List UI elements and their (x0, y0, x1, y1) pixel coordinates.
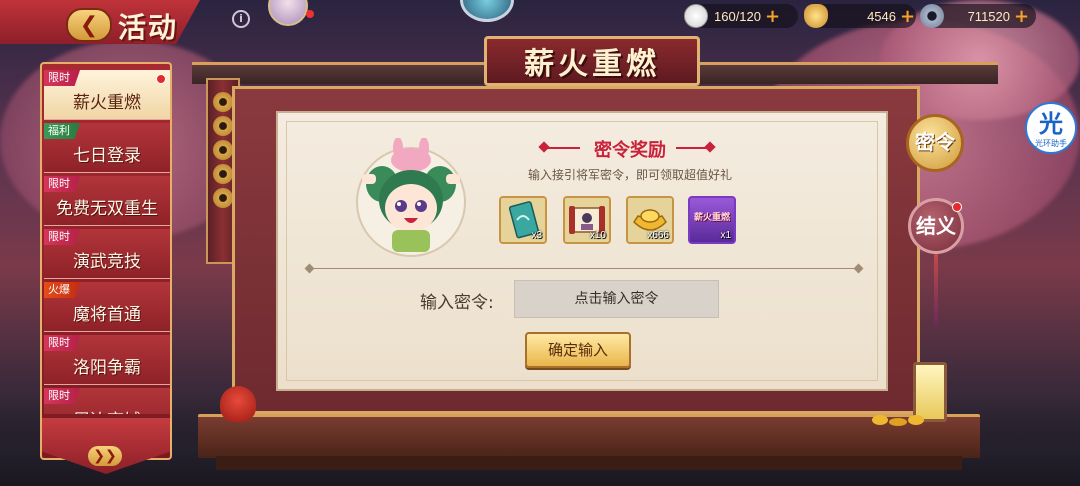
menu-item-luoyang[interactable]: 限时 洛阳争霸 (44, 335, 170, 385)
helper-label: 光环助手 (1035, 139, 1067, 148)
menu-item-merch-store[interactable]: 限时 周边商城 (44, 388, 170, 414)
frame-base (198, 414, 980, 458)
stamina-value: 160/120 (714, 8, 761, 24)
menu-item-free-rebirth[interactable]: 限时 免费无双重生 (44, 176, 170, 226)
coin-icon (920, 4, 944, 28)
back-arrow-icon: ❮ (79, 12, 99, 38)
menu-item-label: 七日登录 (73, 146, 141, 166)
coins-value: 711520 (967, 8, 1010, 24)
activity-menu: 限时 薪火重燃 福利 七日登录 限时 免费无双重生 限时 演武竞技 火爆 魔将首… (44, 70, 170, 414)
plus-icon[interactable]: + (1014, 6, 1029, 27)
resource-stamina[interactable]: 160/120 + (684, 4, 800, 28)
plus-icon[interactable]: + (900, 6, 915, 27)
compass-icon[interactable] (460, 0, 514, 22)
coin-icon (213, 164, 233, 184)
reward-count: x10 (589, 230, 606, 241)
lucky-bag-icon (220, 386, 256, 422)
secret-code-button[interactable]: 密令 (906, 114, 964, 172)
page-title-plaque: 薪火重燃 (484, 36, 700, 86)
coin-icon (213, 92, 233, 112)
menu-item-label: 魔将首通 (73, 305, 141, 325)
decor-string (934, 254, 938, 326)
plus-icon[interactable]: + (765, 6, 780, 27)
back-button[interactable]: ❮ (66, 8, 112, 42)
gold-ingot-icon (804, 4, 828, 28)
reward-count: x3 (531, 230, 542, 241)
gold-pile-icon (872, 415, 924, 426)
menu-item-label: 周边商城 (44, 406, 170, 414)
reward-subtitle: 输入接引将军密令，即可领取超值好礼 (527, 168, 732, 182)
notification-dot (306, 10, 314, 18)
menu-tag: 限时 (44, 70, 80, 86)
reward-item[interactable]: x3 (499, 196, 547, 244)
notification-dot (952, 202, 962, 212)
activity-title: 活动 (118, 11, 179, 44)
menu-item-demon-first-clear[interactable]: 火爆 魔将首通 (44, 282, 170, 332)
top-bar: ❮ 活动 i 160/120 + 4546 + 711520 + (0, 0, 1080, 44)
page-title: 薪火重燃 (524, 47, 660, 82)
scroll-down-button[interactable]: ❯❯ (88, 446, 122, 466)
coin-icon (213, 140, 233, 160)
code-input[interactable]: 点击输入密令 (514, 280, 719, 318)
menu-item-xinhuo[interactable]: 限时 薪火重燃 (44, 70, 170, 120)
menu-item-arena[interactable]: 限时 演武竞技 (44, 229, 170, 279)
menu-tag: 福利 (44, 123, 80, 139)
gold-value: 4546 (867, 8, 896, 24)
menu-item-label: 薪火重燃 (73, 93, 141, 113)
mascot-character (356, 138, 466, 257)
helper-logo-icon: 光 (1039, 110, 1063, 138)
menu-item-label: 洛阳争霸 (73, 358, 141, 378)
menu-tag: 限时 (44, 229, 80, 245)
code-input-label: 输入密令: (420, 293, 494, 313)
info-icon[interactable]: i (232, 10, 250, 28)
avatar[interactable] (268, 0, 308, 26)
frame-base-shadow (216, 456, 962, 470)
menu-item-label: 免费无双重生 (56, 199, 158, 219)
resource-gold[interactable]: 4546 + (804, 4, 916, 28)
menu-tag: 限时 (44, 176, 80, 192)
menu-tag: 限时 (44, 335, 80, 351)
coin-icon (213, 188, 233, 208)
resource-coins[interactable]: 711520 + (920, 4, 1036, 28)
reward-count: x1 (720, 230, 731, 241)
bun-icon (684, 4, 708, 28)
reward-item[interactable]: x10 (563, 196, 611, 244)
notification-dot (156, 74, 166, 84)
reward-count: x666 (647, 230, 669, 241)
menu-tag: 限时 (44, 388, 80, 404)
reward-title: 密令奖励 (594, 140, 666, 161)
divider (310, 268, 858, 269)
xinhuo-badge-icon: 薪火重燃 (693, 213, 730, 223)
menu-tag: 火爆 (44, 282, 80, 298)
confirm-button[interactable]: 确定输入 (525, 332, 631, 368)
menu-item-seven-day-login[interactable]: 福利 七日登录 (44, 123, 170, 173)
coin-icon (213, 116, 233, 136)
reward-item[interactable]: x666 (626, 196, 674, 244)
menu-item-label: 演武竞技 (73, 252, 141, 272)
reward-item[interactable]: 薪火重燃 x1 (688, 196, 736, 244)
